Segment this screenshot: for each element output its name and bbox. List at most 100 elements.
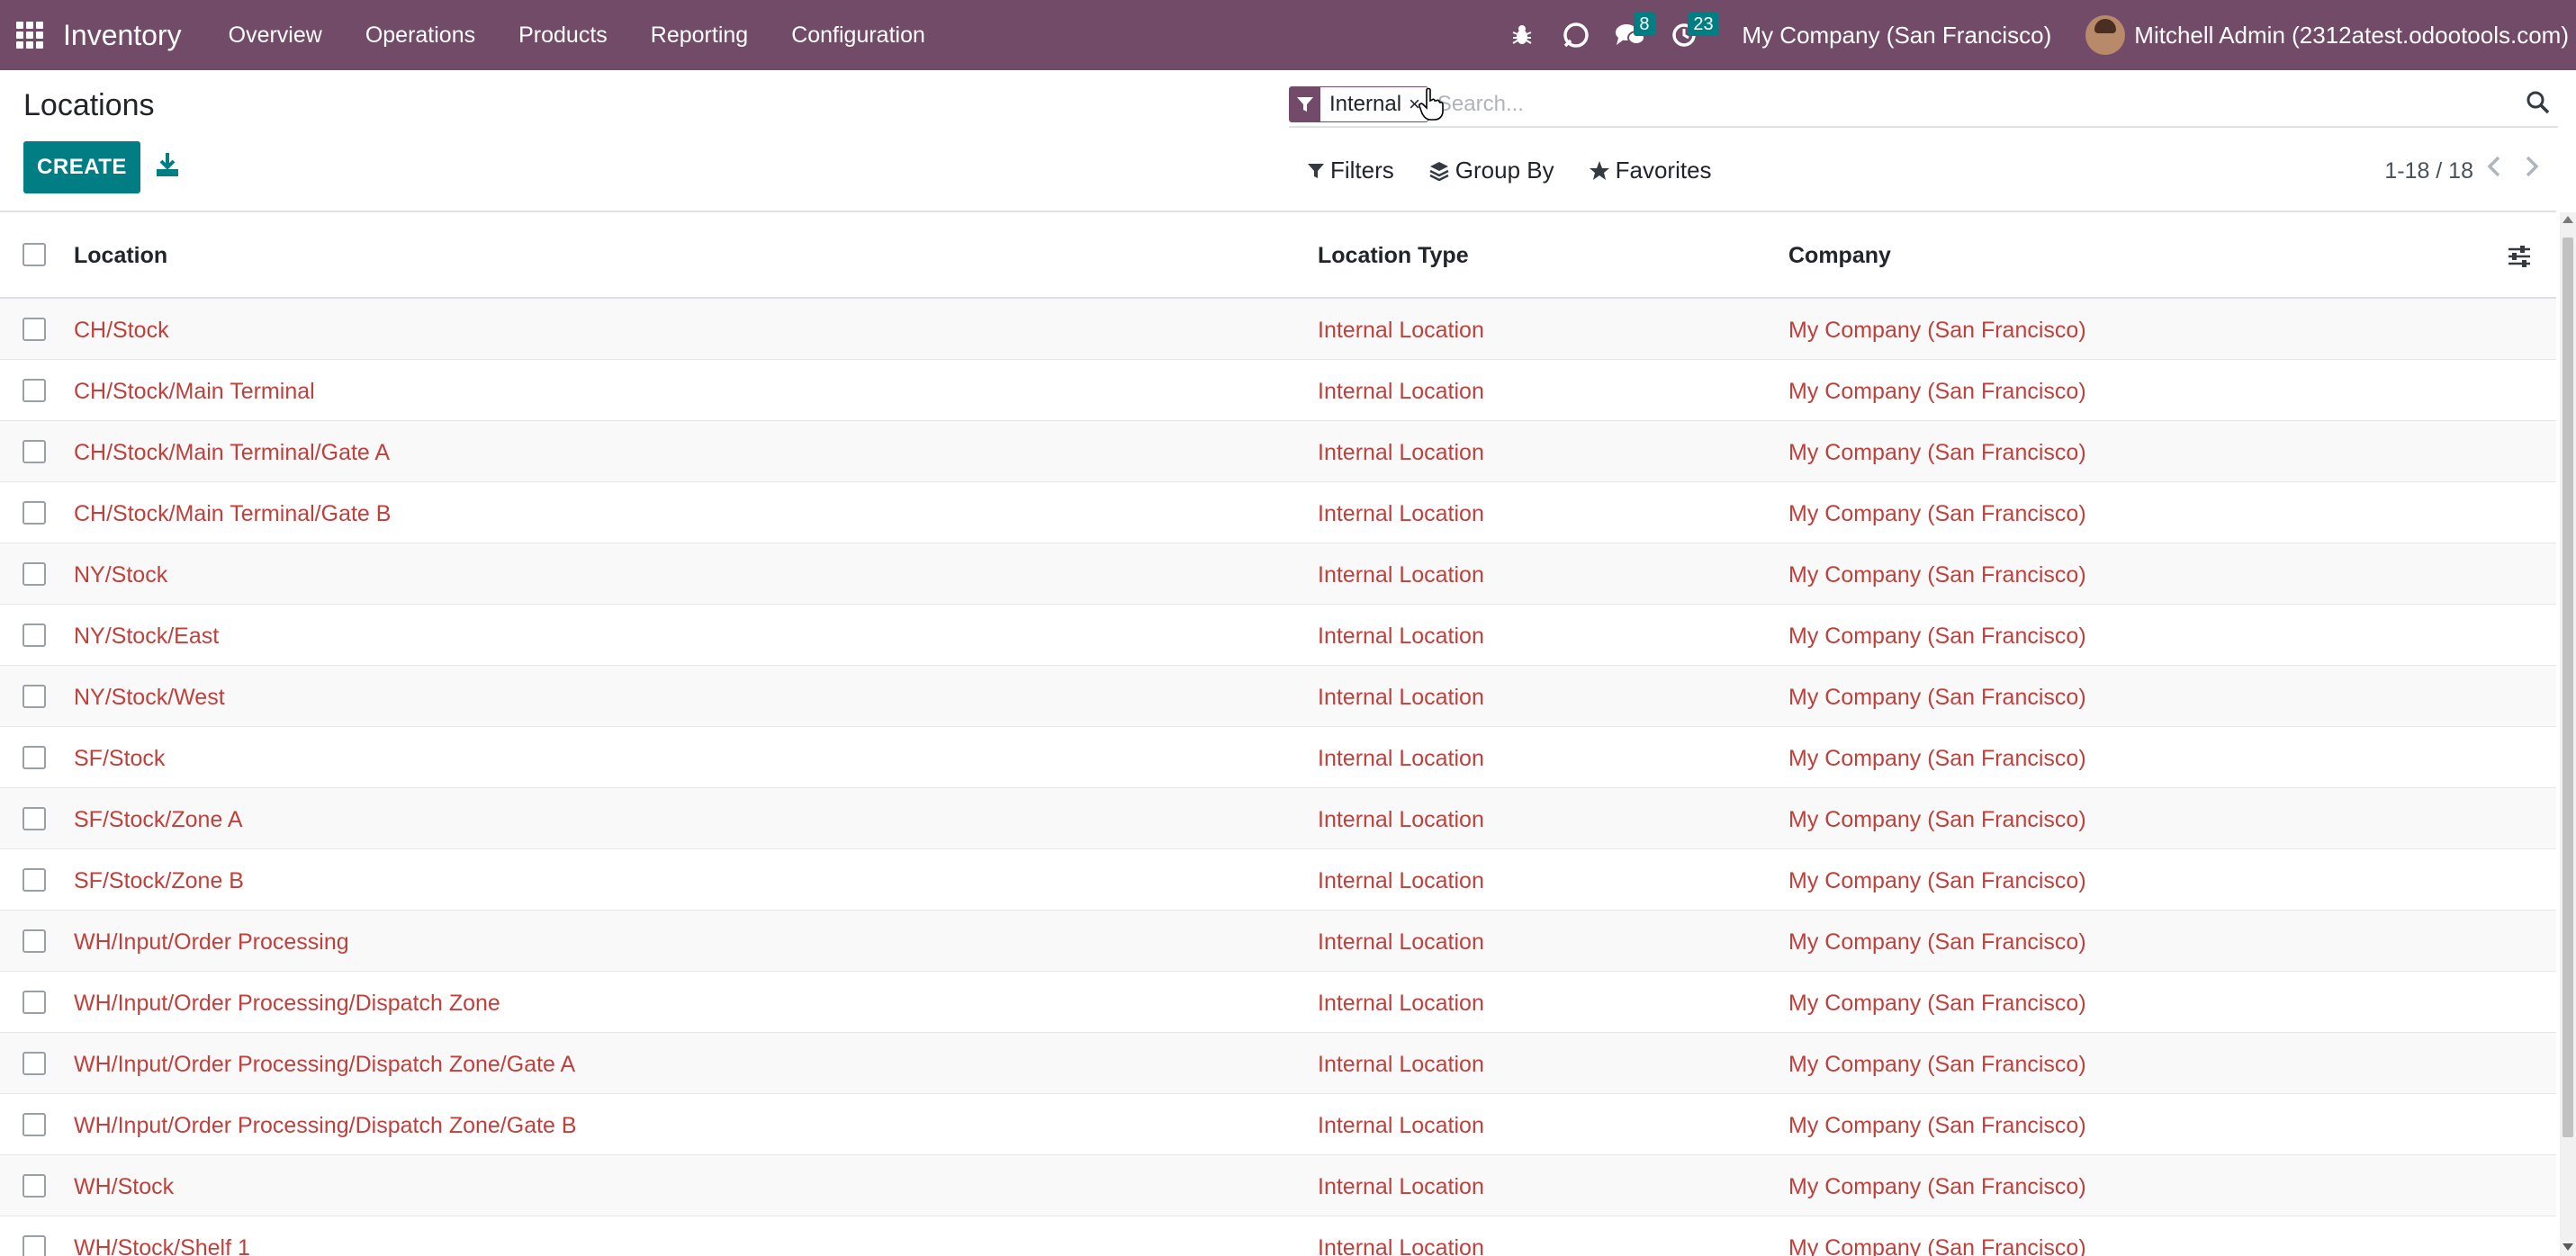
row-checkbox[interactable] [23,562,46,586]
group-by-dropdown[interactable]: Group By [1428,157,1554,184]
cell-company[interactable]: My Company (San Francisco) [1788,379,2086,405]
cell-company[interactable]: My Company (San Francisco) [1788,562,2086,588]
cell-location[interactable]: NY/Stock/East [74,624,219,650]
table-row[interactable]: WH/Input/Order Processing/Dispatch Zone I… [0,972,2556,1033]
bug-icon[interactable] [1495,0,1549,70]
row-checkbox[interactable] [23,1052,46,1075]
company-switcher[interactable]: My Company (San Francisco) [1742,22,2051,49]
cell-location[interactable]: WH/Input/Order Processing/Dispatch Zone [74,991,500,1017]
table-row[interactable]: SF/Stock Internal Location My Company (San… [0,727,2556,788]
column-header-location-type[interactable]: Location Type [1318,243,1469,269]
row-checkbox[interactable] [23,318,46,341]
cell-location[interactable]: SF/Stock/Zone B [74,868,244,894]
cell-location-type[interactable]: Internal Location [1318,379,1484,405]
row-checkbox[interactable] [23,807,46,830]
menu-item-overview[interactable]: Overview [207,22,344,49]
activity-clock-icon[interactable]: 23 [1657,0,1719,70]
select-all-checkbox[interactable] [23,243,46,266]
menu-item-operations[interactable]: Operations [344,22,497,49]
row-checkbox[interactable] [23,685,46,708]
cell-location[interactable]: NY/Stock/West [74,685,225,711]
cell-location-type[interactable]: Internal Location [1318,562,1484,588]
row-checkbox[interactable] [23,1174,46,1198]
cell-company[interactable]: My Company (San Francisco) [1788,1235,2086,1256]
vertical-scrollbar[interactable] [2560,212,2576,1256]
cell-location[interactable]: WH/Input/Order Processing [74,929,349,955]
scroll-thumb[interactable] [2562,238,2573,1137]
cell-location[interactable]: CH/Stock/Main Terminal/Gate B [74,501,391,527]
cell-location[interactable]: WH/Stock [74,1174,174,1200]
cell-company[interactable]: My Company (San Francisco) [1788,991,2086,1017]
app-brand[interactable]: Inventory [63,19,182,52]
chevron-left-icon[interactable] [2484,153,2504,184]
scroll-down-icon[interactable] [2562,1243,2573,1251]
table-row[interactable]: WH/Input/Order Processing/Dispatch Zone/… [0,1094,2556,1155]
table-row[interactable]: CH/Stock/Main Terminal/Gate B Internal Lo… [0,482,2556,543]
filters-dropdown[interactable]: Filters [1307,157,1394,184]
download-icon[interactable] [155,151,182,182]
cell-location-type[interactable]: Internal Location [1318,929,1484,955]
row-checkbox[interactable] [23,868,46,892]
cell-company[interactable]: My Company (San Francisco) [1788,440,2086,466]
cell-location-type[interactable]: Internal Location [1318,991,1484,1017]
cell-location-type[interactable]: Internal Location [1318,1052,1484,1078]
chevron-right-icon[interactable] [2522,153,2542,184]
cell-location-type[interactable]: Internal Location [1318,318,1484,344]
table-row[interactable]: NY/Stock Internal Location My Company (San… [0,543,2556,605]
menu-item-configuration[interactable]: Configuration [770,22,947,49]
row-checkbox[interactable] [23,624,46,647]
row-checkbox[interactable] [23,440,46,463]
cell-location[interactable]: WH/Stock/Shelf 1 [74,1235,250,1256]
user-menu[interactable]: Mitchell Admin (2312atest.odootools.com) [2085,15,2569,55]
row-checkbox[interactable] [23,379,46,402]
cell-company[interactable]: My Company (San Francisco) [1788,685,2086,711]
cell-location[interactable]: CH/Stock/Main Terminal [74,379,315,405]
cell-company[interactable]: My Company (San Francisco) [1788,1174,2086,1200]
table-row[interactable]: CH/Stock/Main Terminal Internal Location M… [0,360,2556,421]
menu-item-reporting[interactable]: Reporting [629,22,770,49]
cell-location-type[interactable]: Internal Location [1318,1174,1484,1200]
cell-company[interactable]: My Company (San Francisco) [1788,501,2086,527]
table-row[interactable]: CH/Stock/Main Terminal/Gate A Internal Lo… [0,421,2556,482]
pager-value[interactable]: 1-18 / 18 [2384,158,2473,184]
scroll-up-icon[interactable] [2562,216,2573,223]
favorites-dropdown[interactable]: Favorites [1589,157,1712,184]
cell-location[interactable]: WH/Input/Order Processing/Dispatch Zone/… [74,1052,575,1078]
cell-location-type[interactable]: Internal Location [1318,1113,1484,1139]
row-checkbox[interactable] [23,929,46,953]
cell-location-type[interactable]: Internal Location [1318,501,1484,527]
cell-location[interactable]: SF/Stock [74,746,165,772]
search-facet[interactable]: Internal × [1289,86,1428,122]
cell-company[interactable]: My Company (San Francisco) [1788,318,2086,344]
apps-grid-icon[interactable] [16,22,43,49]
cell-company[interactable]: My Company (San Francisco) [1788,1052,2086,1078]
column-header-company[interactable]: Company [1788,243,1891,269]
cell-location-type[interactable]: Internal Location [1318,807,1484,833]
cell-location-type[interactable]: Internal Location [1318,624,1484,650]
search-input[interactable] [1437,92,2427,117]
cell-location[interactable]: SF/Stock/Zone A [74,807,243,833]
table-row[interactable]: WH/Stock/Shelf 1 Internal Location My Comp… [0,1216,2556,1256]
odoobot-chat-icon[interactable] [1549,0,1603,70]
cell-company[interactable]: My Company (San Francisco) [1788,807,2086,833]
cell-company[interactable]: My Company (San Francisco) [1788,868,2086,894]
row-checkbox[interactable] [23,746,46,769]
row-checkbox[interactable] [23,991,46,1014]
row-checkbox[interactable] [23,501,46,525]
cell-company[interactable]: My Company (San Francisco) [1788,1113,2086,1139]
cell-location[interactable]: CH/Stock [74,318,169,344]
search-icon[interactable] [2526,90,2551,120]
table-row[interactable]: NY/Stock/East Internal Location My Company… [0,605,2556,666]
cell-location-type[interactable]: Internal Location [1318,440,1484,466]
table-row[interactable]: WH/Input/Order Processing Internal Locati… [0,911,2556,972]
table-row[interactable]: WH/Stock Internal Location My Company (San… [0,1155,2556,1216]
table-row[interactable]: NY/Stock/West Internal Location My Company… [0,666,2556,727]
create-button[interactable]: CREATE [23,141,140,193]
row-checkbox[interactable] [23,1113,46,1136]
table-row[interactable]: SF/Stock/Zone B Internal Location My Compa… [0,849,2556,911]
cell-location[interactable]: WH/Input/Order Processing/Dispatch Zone/… [74,1113,577,1139]
cell-location-type[interactable]: Internal Location [1318,685,1484,711]
column-header-location[interactable]: Location [74,243,167,269]
messages-icon[interactable]: 8 [1603,0,1657,70]
cell-location[interactable]: NY/Stock [74,562,167,588]
